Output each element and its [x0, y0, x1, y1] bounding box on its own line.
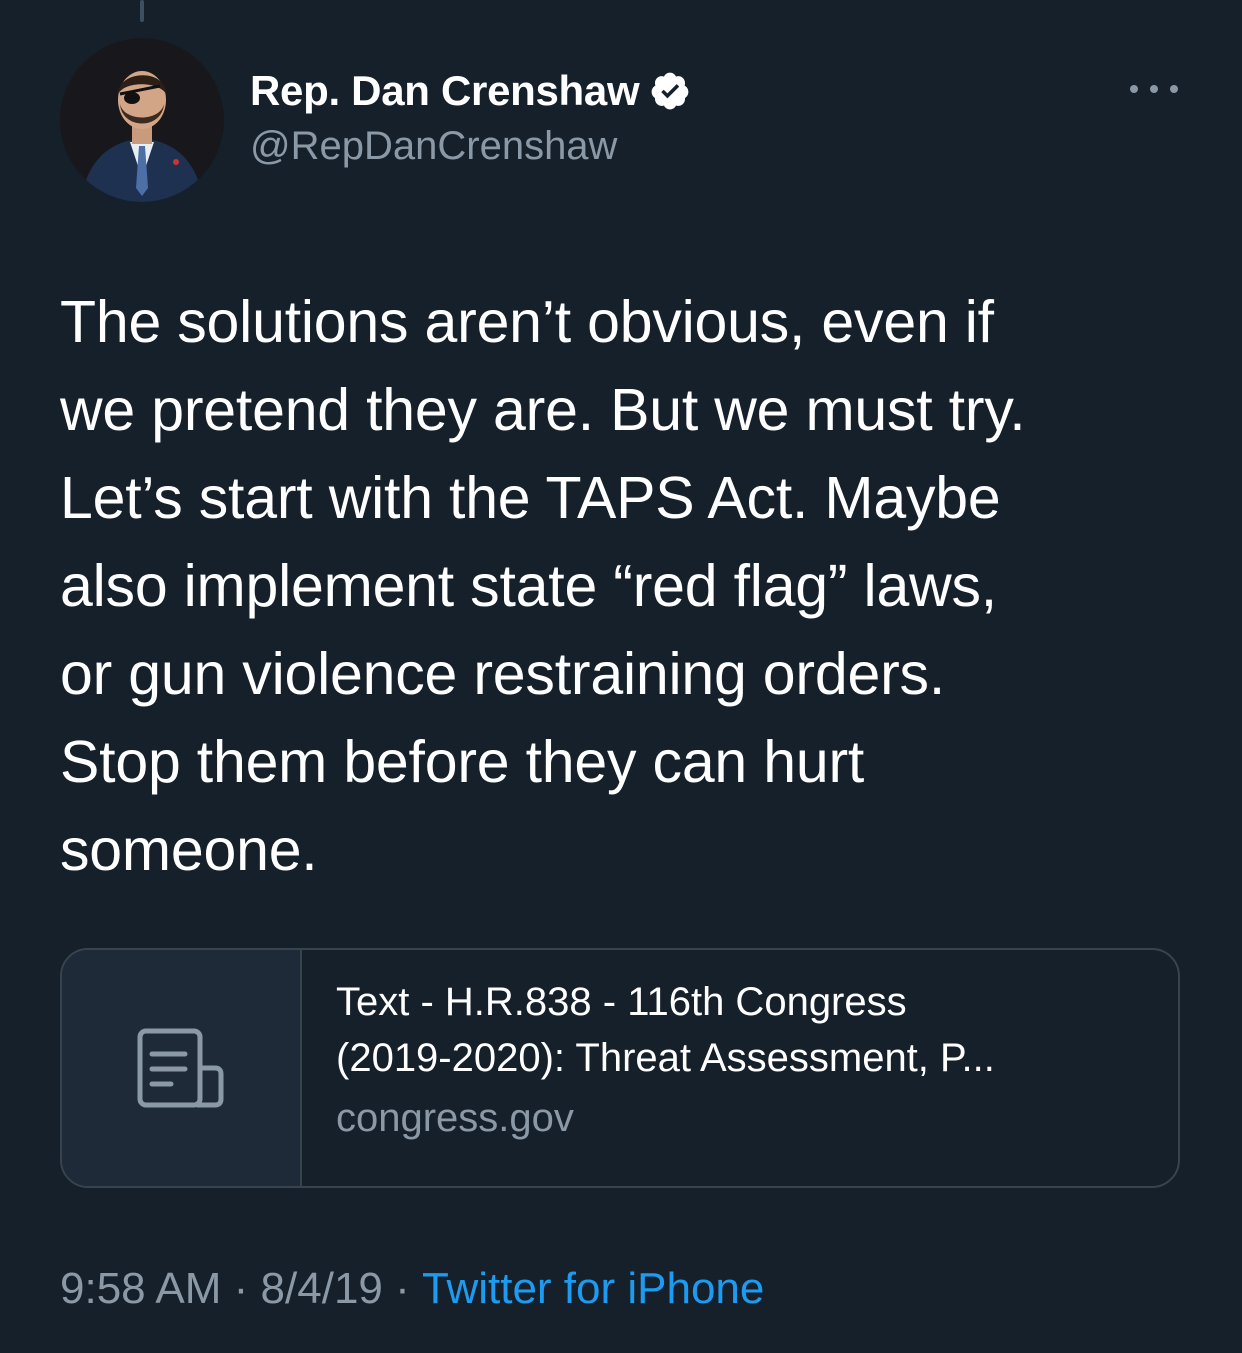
separator: · — [221, 1264, 261, 1313]
document-icon — [137, 1028, 224, 1108]
card-title[interactable]: Text - H.R.838 - 116th Congress (2019-20… — [336, 974, 1142, 1086]
author-display-name[interactable]: Rep. Dan Crenshaw — [250, 67, 640, 115]
separator: · — [382, 1264, 422, 1313]
tweet-date[interactable]: 8/4/19 — [261, 1264, 383, 1314]
link-preview-card[interactable]: Text - H.R.838 - 116th Congress (2019-20… — [60, 948, 1180, 1188]
card-thumbnail — [62, 950, 302, 1186]
verified-badge-icon — [651, 72, 689, 110]
tweet-text: The solutions aren’t obvious, even if we… — [60, 289, 1026, 883]
profile-photo-icon — [60, 38, 224, 202]
card-domain: congress.gov — [336, 1096, 574, 1140]
tweet-source-link[interactable]: Twitter for iPhone — [422, 1264, 764, 1314]
dot — [1130, 85, 1138, 93]
tweet-time[interactable]: 9:58 AM — [60, 1264, 221, 1314]
dot — [1150, 85, 1158, 93]
thread-connector-line — [140, 0, 144, 22]
more-options-icon[interactable] — [1130, 74, 1178, 104]
card-body[interactable]: Text - H.R.838 - 116th Congress (2019-20… — [302, 950, 1178, 1186]
tweet-metadata: 9:58 AM · 8/4/19 · Twitter for iPhone — [60, 1264, 764, 1314]
dot — [1170, 85, 1178, 93]
avatar[interactable] — [60, 38, 224, 202]
author-name-row[interactable]: Rep. Dan Crenshaw — [250, 62, 691, 120]
author-handle[interactable]: @RepDanCrenshaw — [250, 124, 617, 169]
